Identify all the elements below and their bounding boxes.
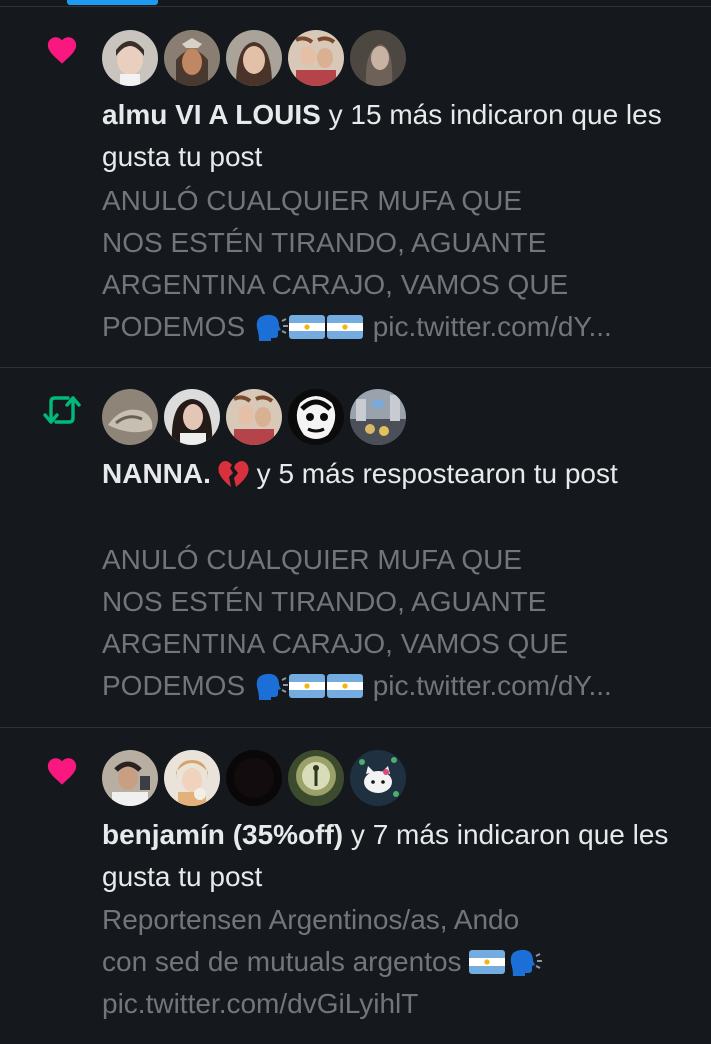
notification-headline: almu VI A LOUIS y 15 más indicaron que l… <box>102 94 702 178</box>
post-text-fragment: con sed de mutuals argentos <box>102 946 470 977</box>
avatar[interactable] <box>350 750 406 806</box>
avatar[interactable] <box>226 750 282 806</box>
notification-like-2[interactable]: benjamín (35%off) y 7 más indicaron que … <box>0 728 711 1044</box>
argentina-flag-icon <box>326 315 363 339</box>
argentina-flag-icon <box>288 315 325 339</box>
action-text: y 5 más respostearon tu post <box>248 458 618 489</box>
avatar[interactable] <box>164 750 220 806</box>
avatar[interactable] <box>288 750 344 806</box>
heart-icon <box>40 30 84 70</box>
avatar[interactable] <box>102 389 158 445</box>
post-preview: ANULÓ CUALQUIER MUFA QUE NOS ESTÉN TIRAN… <box>102 180 702 348</box>
post-link[interactable]: pic.twitter.com/dvGiLyihlT <box>102 983 702 1025</box>
post-text-fragment: PODEMOS <box>102 670 253 701</box>
avatar[interactable] <box>164 389 220 445</box>
post-text-line: NOS ESTÉN TIRANDO, AGUANTE <box>102 227 547 258</box>
speaking-head-icon <box>511 949 543 976</box>
actor-name[interactable]: NANNA. <box>102 458 211 489</box>
notification-like-1[interactable]: almu VI A LOUIS y 15 más indicaron que l… <box>0 7 711 368</box>
post-text-line: ANULÓ CUALQUIER MUFA QUE <box>102 185 523 216</box>
post-text-line: ARGENTINA CARAJO, VAMOS QUE <box>102 269 569 300</box>
avatar[interactable] <box>226 389 282 445</box>
argentina-flag-icon <box>288 674 325 698</box>
post-link[interactable]: pic.twitter.com/dY... <box>365 311 612 342</box>
avatar[interactable] <box>102 30 158 86</box>
actor-name[interactable]: benjamín (35%off) <box>102 819 343 850</box>
heart-icon <box>40 751 84 791</box>
argentina-flag-icon <box>469 950 506 974</box>
avatar[interactable] <box>350 389 406 445</box>
post-text-line: con sed de mutuals argentos <box>102 941 702 983</box>
avatar[interactable] <box>288 30 344 86</box>
avatar[interactable] <box>102 750 158 806</box>
notification-headline: benjamín (35%off) y 7 más indicaron que … <box>102 814 702 898</box>
active-tab-indicator <box>67 0 158 5</box>
argentina-flag-icon <box>326 674 363 698</box>
notification-repost[interactable]: NANNA. y 5 más respostearon tu post ANUL… <box>0 368 711 728</box>
post-text-line: ARGENTINA CARAJO, VAMOS QUE <box>102 628 569 659</box>
repost-icon <box>40 390 84 430</box>
speaking-head-icon <box>256 673 288 700</box>
post-text-line: ANULÓ CUALQUIER MUFA QUE <box>102 544 523 575</box>
post-text-fragment: PODEMOS <box>102 311 253 342</box>
avatar[interactable] <box>350 30 406 86</box>
post-link[interactable]: pic.twitter.com/dY... <box>365 670 612 701</box>
avatar-row <box>102 30 406 86</box>
notification-headline: NANNA. y 5 más respostearon tu post <box>102 453 702 495</box>
post-text-line: PODEMOS pic.twitter.com/dY... <box>102 665 702 707</box>
actor-name[interactable]: almu VI A LOUIS <box>102 99 321 130</box>
avatar-row <box>102 389 406 445</box>
post-text-line: NOS ESTÉN TIRANDO, AGUANTE <box>102 586 547 617</box>
post-text-line: Reportensen Argentinos/as, Ando <box>102 904 520 935</box>
avatar[interactable] <box>226 30 282 86</box>
avatar[interactable] <box>288 389 344 445</box>
broken-heart-icon <box>218 461 249 487</box>
avatar-row <box>102 750 406 806</box>
speaking-head-icon <box>256 314 288 341</box>
post-preview: ANULÓ CUALQUIER MUFA QUE NOS ESTÉN TIRAN… <box>102 539 702 707</box>
post-preview: Reportensen Argentinos/as, Ando con sed … <box>102 899 702 1025</box>
post-text-line: PODEMOS pic.twitter.com/dY... <box>102 306 702 348</box>
avatar[interactable] <box>164 30 220 86</box>
